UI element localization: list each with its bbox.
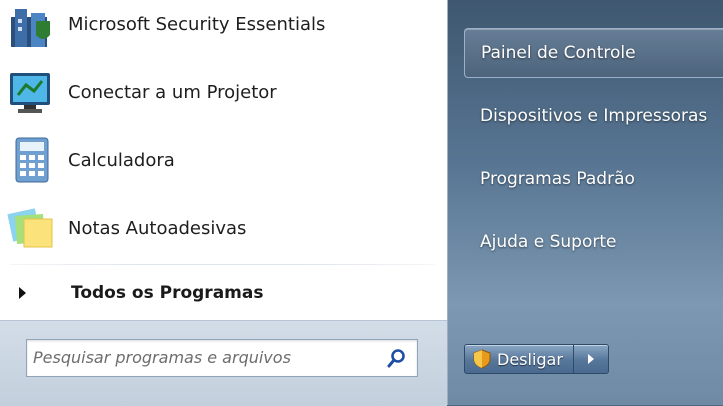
security-essentials-icon xyxy=(11,9,50,47)
shutdown-options-button[interactable] xyxy=(573,344,609,374)
help-support-label: Ajuda e Suporte xyxy=(480,232,617,252)
arrow-right-icon xyxy=(19,287,26,299)
program-connect-projector[interactable]: Conectar a um Projetor xyxy=(6,64,436,120)
program-security-essentials[interactable]: Microsoft Security Essentials xyxy=(6,0,436,52)
projector-icon xyxy=(10,73,50,113)
shutdown-button[interactable]: Desligar xyxy=(464,344,574,374)
program-label: Notas Autoadesivas xyxy=(68,217,247,239)
control-panel-label: Painel de Controle xyxy=(481,43,636,63)
sticky-notes-icon xyxy=(7,208,53,248)
control-panel-link[interactable]: Painel de Controle xyxy=(464,28,723,78)
shutdown-group: Desligar xyxy=(464,344,609,374)
all-programs-item[interactable]: Todos os Programas xyxy=(6,270,436,316)
programs-pane: Microsoft Security Essentials Conectar a… xyxy=(0,0,447,406)
default-programs-label: Programas Padrão xyxy=(480,169,635,189)
shutdown-label: Desligar xyxy=(497,349,563,369)
arrow-right-icon xyxy=(587,354,594,364)
all-programs-label: Todos os Programas xyxy=(71,283,264,303)
program-label: Microsoft Security Essentials xyxy=(68,13,326,35)
calculator-icon xyxy=(15,137,49,183)
program-label: Calculadora xyxy=(68,149,175,171)
program-sticky-notes[interactable]: Notas Autoadesivas xyxy=(6,200,436,256)
search-box[interactable] xyxy=(26,339,418,377)
search-icon[interactable] xyxy=(387,348,407,368)
program-calculator[interactable]: Calculadora xyxy=(6,132,436,188)
devices-printers-label: Dispositivos e Impressoras xyxy=(480,106,708,126)
help-support-link[interactable]: Ajuda e Suporte xyxy=(464,218,723,266)
default-programs-link[interactable]: Programas Padrão xyxy=(464,155,723,203)
devices-printers-link[interactable]: Dispositivos e Impressoras xyxy=(464,92,723,140)
shield-icon xyxy=(473,349,491,369)
program-label: Conectar a um Projetor xyxy=(68,81,277,103)
separator xyxy=(10,264,435,265)
search-input[interactable] xyxy=(33,340,373,374)
